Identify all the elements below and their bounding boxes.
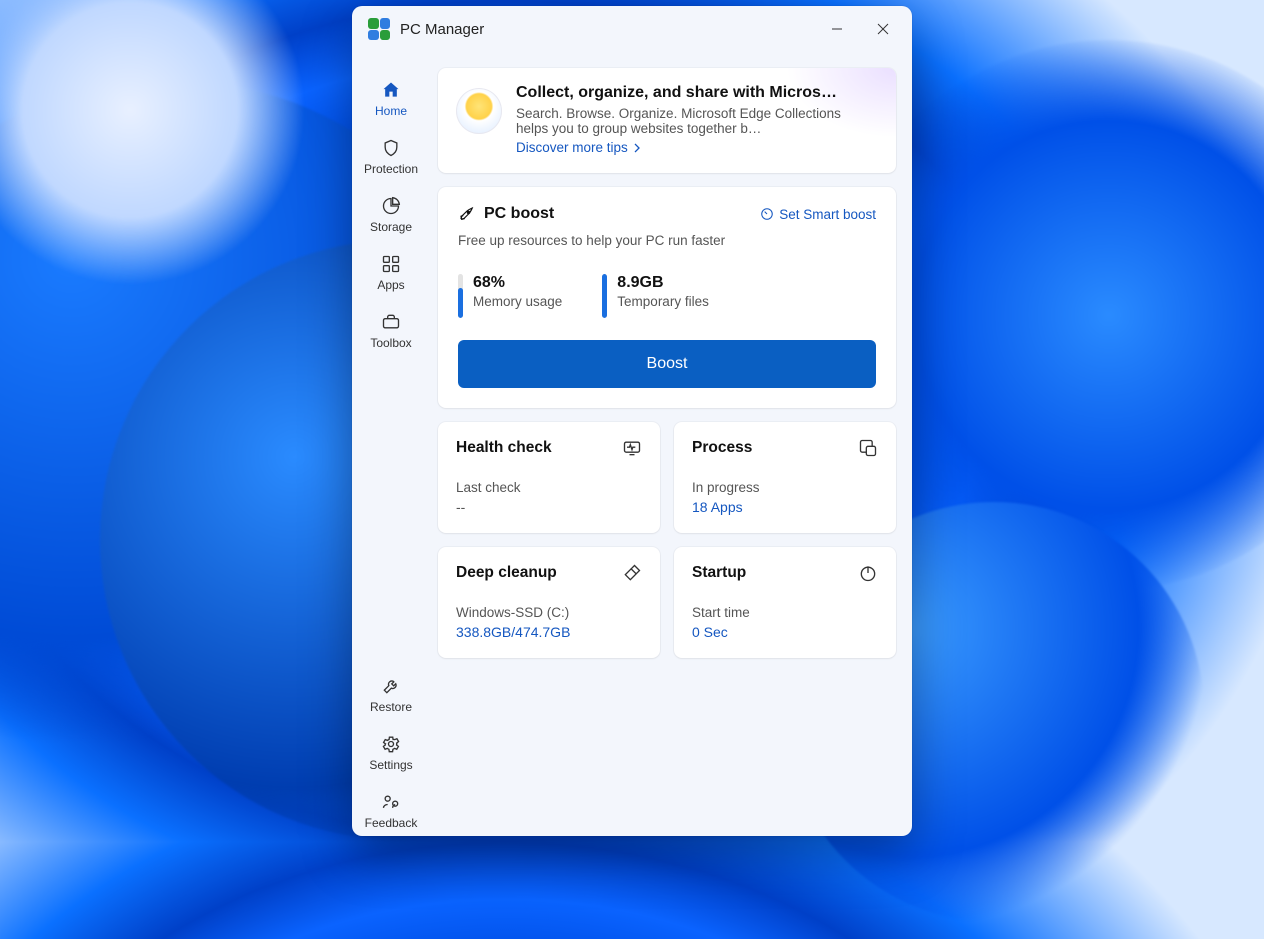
pc-manager-window: PC Manager Home Protection bbox=[352, 6, 912, 836]
tile-value: 18 Apps bbox=[692, 499, 878, 515]
tile-label: Start time bbox=[692, 605, 878, 620]
pc-boost-title: PC boost bbox=[484, 205, 554, 223]
tile-title: Deep cleanup bbox=[456, 564, 622, 582]
discover-tips-link[interactable]: Discover more tips bbox=[516, 140, 642, 155]
process-tile[interactable]: Process In progress 18 Apps bbox=[674, 422, 896, 533]
tile-title: Startup bbox=[692, 564, 858, 582]
tile-title: Process bbox=[692, 439, 858, 457]
tip-description: Search. Browse. Organize. Microsoft Edge… bbox=[516, 106, 846, 136]
sidebar-item-label: Apps bbox=[377, 278, 404, 292]
lightbulb-tip-icon bbox=[456, 88, 502, 134]
sidebar-item-label: Home bbox=[375, 104, 407, 118]
broom-icon bbox=[622, 563, 642, 583]
sidebar-item-protection[interactable]: Protection bbox=[358, 130, 424, 182]
shield-icon bbox=[381, 138, 401, 158]
app-logo-icon bbox=[368, 18, 390, 40]
memory-usage-metric: 68% Memory usage bbox=[458, 274, 562, 318]
tile-title: Health check bbox=[456, 439, 622, 457]
tile-label: Windows-SSD (C:) bbox=[456, 605, 642, 620]
wrench-icon bbox=[381, 676, 401, 696]
pc-boost-card: PC boost Set Smart boost Free up resourc… bbox=[438, 187, 896, 408]
sidebar-item-apps[interactable]: Apps bbox=[358, 246, 424, 298]
title-bar: PC Manager bbox=[352, 6, 912, 52]
sidebar-item-label: Protection bbox=[364, 162, 418, 176]
window-title: PC Manager bbox=[400, 21, 484, 38]
boost-button[interactable]: Boost bbox=[458, 340, 876, 388]
feedback-icon bbox=[381, 792, 401, 812]
tip-card[interactable]: Collect, organize, and share with Micros… bbox=[438, 68, 896, 173]
tip-title: Collect, organize, and share with Micros… bbox=[516, 84, 846, 102]
sidebar-item-toolbox[interactable]: Toolbox bbox=[358, 304, 424, 356]
rocket-icon bbox=[458, 205, 476, 223]
tile-value: 338.8GB/474.7GB bbox=[456, 624, 642, 640]
close-button[interactable] bbox=[860, 6, 906, 52]
deep-cleanup-tile[interactable]: Deep cleanup Windows-SSD (C:) 338.8GB/47… bbox=[438, 547, 660, 658]
temp-label: Temporary files bbox=[617, 294, 709, 309]
health-check-tile[interactable]: Health check Last check -- bbox=[438, 422, 660, 533]
home-icon bbox=[381, 80, 401, 100]
minimize-button[interactable] bbox=[814, 6, 860, 52]
memory-value: 68% bbox=[473, 274, 562, 292]
sidebar-item-label: Toolbox bbox=[370, 336, 411, 350]
sidebar-item-label: Storage bbox=[370, 220, 412, 234]
toolbox-icon bbox=[381, 312, 401, 332]
temp-value: 8.9GB bbox=[617, 274, 709, 292]
process-icon bbox=[858, 438, 878, 458]
power-icon bbox=[858, 563, 878, 583]
sidebar-item-label: Settings bbox=[369, 758, 412, 772]
apps-grid-icon bbox=[381, 254, 401, 274]
sidebar-item-restore[interactable]: Restore bbox=[358, 668, 424, 720]
pc-boost-subtitle: Free up resources to help your PC run fa… bbox=[458, 233, 876, 248]
temp-files-metric: 8.9GB Temporary files bbox=[602, 274, 709, 318]
set-smart-boost-link[interactable]: Set Smart boost bbox=[760, 207, 876, 222]
sidebar-item-label: Restore bbox=[370, 700, 412, 714]
sidebar-item-storage[interactable]: Storage bbox=[358, 188, 424, 240]
main-content: Collect, organize, and share with Micros… bbox=[430, 52, 912, 836]
sidebar-item-label: Feedback bbox=[365, 816, 418, 830]
memory-label: Memory usage bbox=[473, 294, 562, 309]
gauge-icon bbox=[760, 207, 774, 221]
heartbeat-icon bbox=[622, 438, 642, 458]
startup-tile[interactable]: Startup Start time 0 Sec bbox=[674, 547, 896, 658]
tile-value: -- bbox=[456, 499, 642, 515]
pie-chart-icon bbox=[381, 196, 401, 216]
chevron-right-icon bbox=[632, 143, 642, 153]
sidebar-item-feedback[interactable]: Feedback bbox=[358, 784, 424, 836]
sidebar-item-settings[interactable]: Settings bbox=[358, 726, 424, 778]
minimize-icon bbox=[831, 23, 843, 35]
tile-label: In progress bbox=[692, 480, 878, 495]
sidebar-item-home[interactable]: Home bbox=[358, 72, 424, 124]
memory-bar bbox=[458, 274, 463, 318]
sidebar: Home Protection Storage Apps bbox=[352, 52, 430, 836]
temp-bar bbox=[602, 274, 607, 318]
close-icon bbox=[877, 23, 889, 35]
tile-value: 0 Sec bbox=[692, 624, 878, 640]
gear-icon bbox=[381, 734, 401, 754]
tile-label: Last check bbox=[456, 480, 642, 495]
